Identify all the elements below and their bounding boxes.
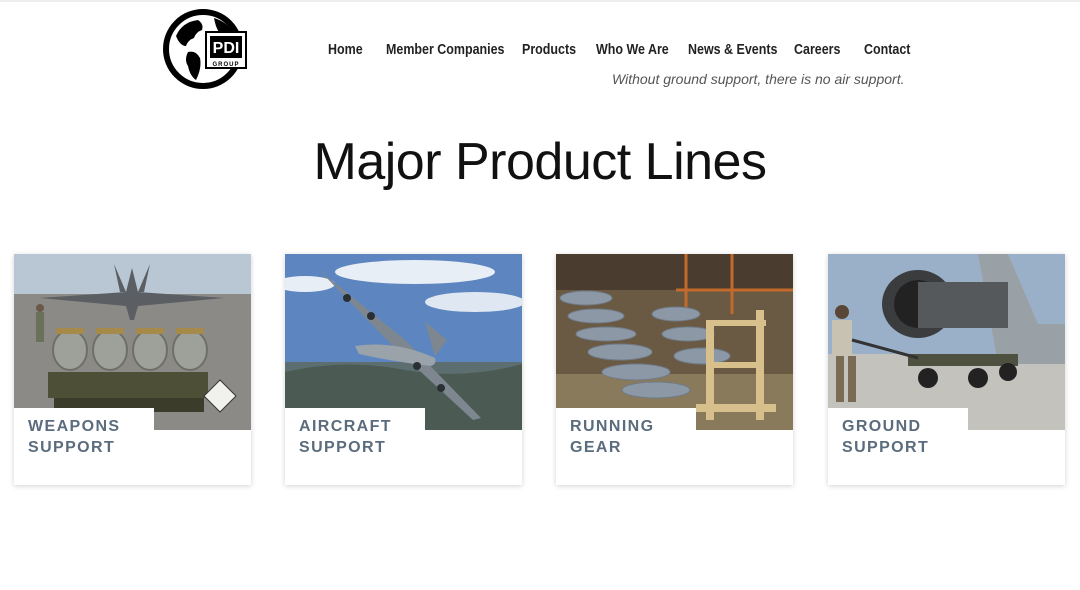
weapons-support-photo: [14, 254, 251, 430]
top-border: [0, 0, 1080, 2]
nav-news-events[interactable]: News & Events: [688, 42, 777, 62]
product-label-line1: WEAPONS: [28, 418, 121, 435]
product-label-line1: AIRCRAFT: [299, 418, 392, 435]
product-label: WEAPONS SUPPORT: [14, 408, 154, 456]
product-card-aircraft-support[interactable]: AIRCRAFT SUPPORT: [285, 254, 522, 485]
page-title: Major Product Lines: [313, 133, 767, 191]
product-label-line2: SUPPORT: [299, 439, 387, 456]
product-label-line2: GEAR: [570, 439, 622, 456]
nav-who-we-are[interactable]: Who We Are: [596, 42, 669, 62]
pdi-group-logo[interactable]: PDI GROUP: [158, 6, 254, 92]
main-nav: Home Member Companies Products Who We Ar…: [328, 42, 910, 62]
product-label: RUNNING GEAR: [556, 408, 696, 456]
nav-products[interactable]: Products: [522, 42, 576, 62]
svg-text:PDI: PDI: [213, 40, 240, 57]
product-label-line2: SUPPORT: [842, 439, 930, 456]
aircraft-support-photo: [285, 254, 522, 430]
nav-careers[interactable]: Careers: [794, 42, 840, 62]
product-label-line2: SUPPORT: [28, 439, 116, 456]
tagline: Without ground support, there is no air …: [612, 71, 905, 87]
nav-member-companies[interactable]: Member Companies: [386, 42, 505, 62]
product-card-ground-support[interactable]: GROUND SUPPORT: [828, 254, 1065, 485]
product-label: AIRCRAFT SUPPORT: [285, 408, 425, 456]
product-label-line1: RUNNING: [570, 418, 655, 435]
svg-text:GROUP: GROUP: [212, 62, 239, 68]
running-gear-photo: [556, 254, 793, 430]
nav-home[interactable]: Home: [328, 42, 363, 62]
product-label: GROUND SUPPORT: [828, 408, 968, 456]
product-card-running-gear[interactable]: RUNNING GEAR: [556, 254, 793, 485]
product-card-weapons-support[interactable]: WEAPONS SUPPORT: [14, 254, 251, 485]
product-label-line1: GROUND: [842, 418, 922, 435]
nav-contact[interactable]: Contact: [864, 42, 910, 62]
ground-support-photo: [828, 254, 1065, 430]
